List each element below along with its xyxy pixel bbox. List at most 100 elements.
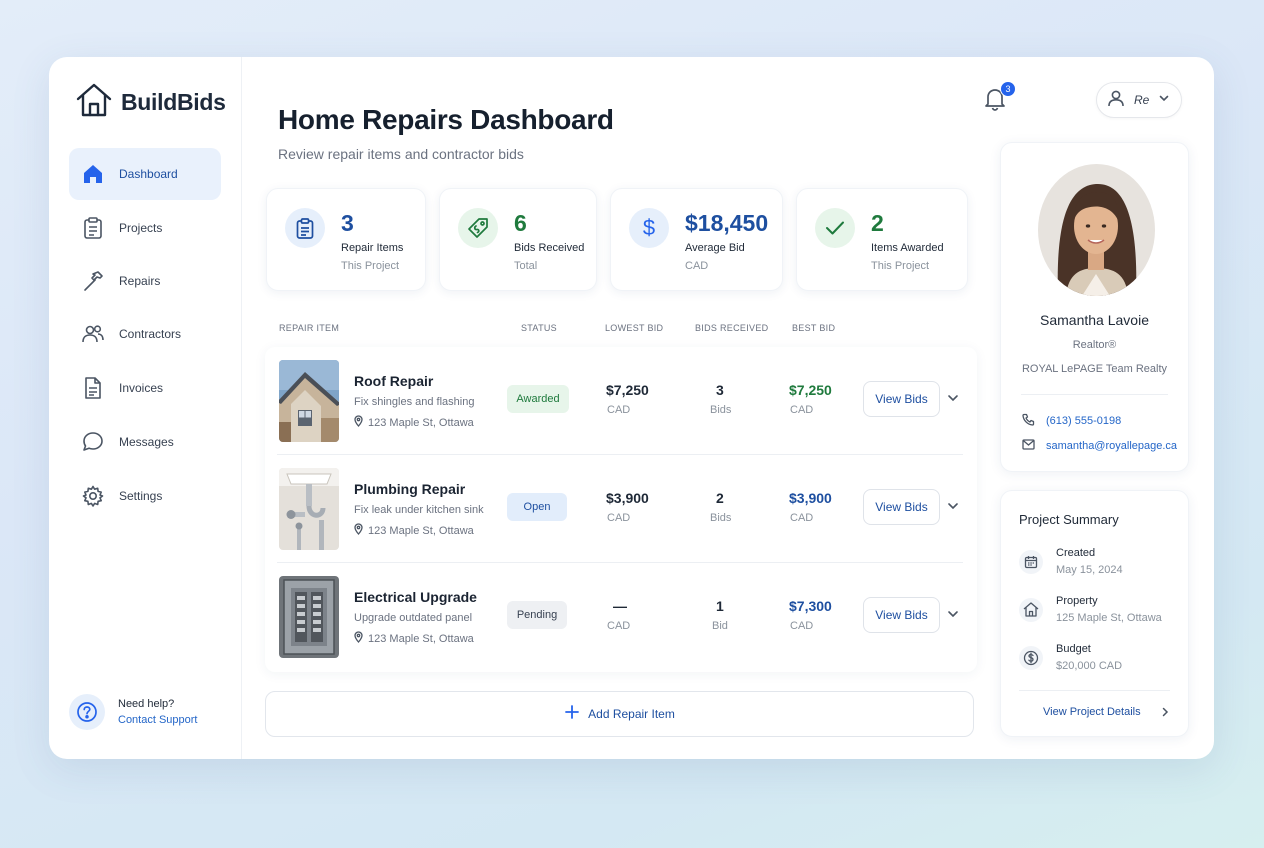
contact-support-link[interactable]: Contact Support [118,714,198,726]
repair-item-location: 123 Maple St, Ottawa [354,415,474,430]
view-bids-button[interactable]: View Bids [863,489,940,525]
column-header-lowest-bid: LOWEST BID [605,323,664,333]
realtor-profile-card: Samantha Lavoie Realtor® ROYAL LePAGE Te… [1000,142,1189,472]
email-contact[interactable]: samantha@royallepage.ca [1022,439,1177,453]
sidebar-item-label: Contractors [119,327,182,341]
help-section: Need help? Contact Support [69,694,198,730]
stat-card-repair-items: 3 Repair Items This Project [266,188,426,291]
project-summary-title: Project Summary [1019,512,1119,527]
column-header-status: STATUS [521,323,557,333]
sidebar-item-repairs[interactable]: Repairs [69,255,221,307]
lowest-bid-unit: CAD [607,620,631,632]
repair-item-description: Fix leak under kitchen sink [354,504,484,516]
stat-value: 2 [871,210,884,236]
clipboard-icon [285,208,325,248]
best-bid-unit: CAD [790,620,814,632]
table-row[interactable]: Roof Repair Fix shingles and flashing 12… [265,347,977,455]
summary-value: 125 Maple St, Ottawa [1056,612,1162,624]
chevron-down-icon [1158,91,1170,109]
bids-unit: Bids [710,404,732,416]
sidebar-item-label: Messages [119,435,174,449]
phone-contact[interactable]: (613) 555-0198 [1022,413,1121,429]
best-bid-value: $7,300 [789,598,832,614]
repair-item-location: 123 Maple St, Ottawa [354,631,474,646]
page-subtitle: Review repair items and contractor bids [278,146,524,162]
email-address: samantha@royallepage.ca [1046,440,1178,452]
chevron-right-icon[interactable] [1159,705,1171,717]
stat-label: Average Bid [685,242,745,254]
profile-divider [1021,394,1168,395]
clipboard-icon [81,216,105,240]
chevron-down-icon[interactable] [946,391,960,405]
table-row[interactable]: Plumbing Repair Fix leak under kitchen s… [265,455,977,563]
home-icon [81,162,105,186]
view-bids-button[interactable]: View Bids [863,597,940,633]
sidebar-item-dashboard[interactable]: Dashboard [69,148,221,200]
page-title: Home Repairs Dashboard [278,104,614,135]
sidebar-item-projects[interactable]: Projects [69,202,221,254]
sidebar-item-messages[interactable]: Messages [69,416,221,468]
status-badge: Open [507,493,567,521]
add-repair-item-button[interactable]: Add Repair Item [265,691,974,737]
repair-item-description: Upgrade outdated panel [354,612,473,624]
help-icon[interactable] [69,694,105,730]
stat-label: Items Awarded [871,242,944,254]
calendar-icon [1019,549,1043,574]
bids-count: 2 [716,490,724,506]
help-title: Need help? [118,698,175,710]
brand-name: BuildBids [121,89,226,115]
lowest-bid-value: $3,900 [606,490,649,506]
sidebar-item-label: Projects [119,221,163,235]
stat-sub: This Project [341,260,400,272]
sidebar-item-settings[interactable]: Settings [69,470,221,522]
stat-value: 3 [341,210,354,236]
user-menu-button[interactable]: Re [1096,82,1182,118]
map-pin-icon [354,631,363,646]
bids-count: 3 [716,382,724,398]
stat-card-average-bid: $ $18,450 Average Bid CAD [610,188,783,291]
summary-value: $20,000 CAD [1056,660,1123,672]
dollar-icon: $ [629,208,669,248]
bell-icon [984,89,1006,115]
table-row[interactable]: Electrical Upgrade Upgrade outdated pane… [265,563,977,671]
stat-label: Repair Items [341,242,404,254]
add-repair-item-label: Add Repair Item [588,707,675,721]
column-header-bids-received: BIDS RECEIVED [695,323,769,333]
stat-value: 6 [514,210,527,236]
chevron-down-icon[interactable] [946,607,960,621]
notifications-button[interactable]: 3 [984,81,1016,115]
sidebar-item-invoices[interactable]: Invoices [69,362,221,414]
view-project-details-link[interactable]: View Project Details [1043,706,1141,718]
project-summary-card: Project Summary Created May 15, 2024 Pro… [1000,490,1189,737]
sidebar-item-label: Settings [119,489,163,503]
users-icon [81,322,105,346]
phone-icon [1022,413,1035,429]
repair-items-table: Roof Repair Fix shingles and flashing 12… [265,347,977,672]
chevron-down-icon[interactable] [946,499,960,513]
lowest-bid-value: $7,250 [606,382,649,398]
lowest-bid-value: — [613,598,627,614]
roof-photo [279,360,339,442]
check-icon [815,208,855,248]
map-pin-icon [354,523,363,538]
view-bids-button[interactable]: View Bids [863,381,940,417]
bids-unit: Bid [712,620,728,632]
summary-property: Property 125 Maple St, Ottawa [1019,595,1162,624]
stat-sub: This Project [871,260,930,272]
summary-label: Property [1056,595,1098,607]
brand[interactable]: BuildBids [75,82,226,123]
repair-item-location: 123 Maple St, Ottawa [354,523,474,538]
realtor-name: Samantha Lavoie [1040,312,1149,328]
status-badge: Awarded [507,385,569,413]
user-name: Re [1134,93,1150,107]
bids-unit: Bids [710,512,732,524]
summary-divider [1019,690,1170,691]
house-icon [1019,597,1043,622]
notification-badge: 3 [1000,81,1016,97]
summary-budget: Budget $20,000 CAD [1019,643,1122,672]
sidebar-item-label: Dashboard [119,167,178,181]
mail-icon [1022,439,1035,453]
repair-item-name: Electrical Upgrade [354,589,477,605]
sidebar-item-contractors[interactable]: Contractors [69,308,221,360]
user-icon [1107,89,1125,112]
